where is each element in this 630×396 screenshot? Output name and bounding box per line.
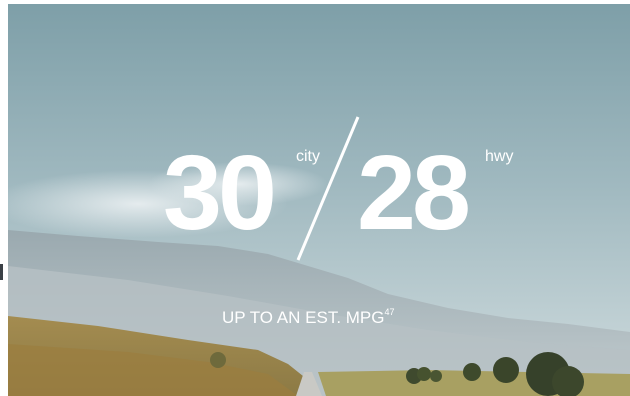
hwy-mpg-value: 28 — [357, 134, 471, 252]
page-edge-marker — [0, 264, 3, 280]
divider-slash — [296, 116, 360, 261]
city-mpg-value: 30 — [163, 134, 277, 252]
hwy-label: hwy — [485, 148, 514, 165]
mpg-footnote[interactable]: 47 — [385, 307, 395, 317]
mpg-caption: UP TO AN EST. MPG47 — [222, 307, 395, 328]
mpg-caption-text: UP TO AN EST. MPG — [222, 308, 385, 327]
